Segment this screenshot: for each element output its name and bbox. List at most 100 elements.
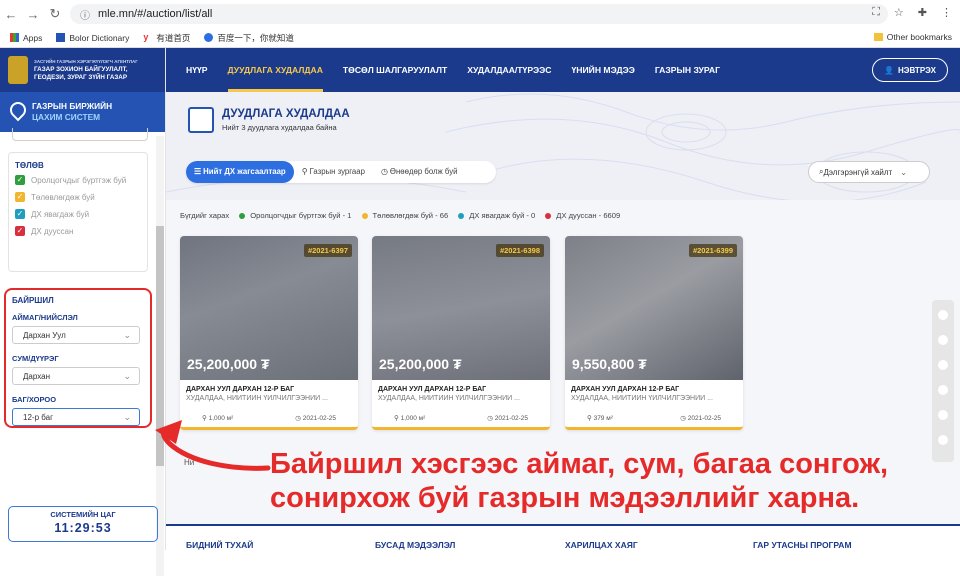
bookmarks-bar: Apps Bolor Dictionary y 有道首页 百度一下，你就知道 Ot… (0, 28, 960, 48)
star-icon[interactable]: ☆ (894, 6, 904, 19)
legend-item[interactable]: ДХ явагдаж буй - 0 (458, 211, 535, 220)
footer-about[interactable]: БИДНИЙ ТУХАЙ (186, 540, 253, 550)
nav-price-info[interactable]: ҮНИЙН МЭДЭЭ (572, 48, 635, 92)
auction-card[interactable]: #2021-6397 25,200,000 ₮ ДАРХАН УУЛ ДАРХА… (180, 236, 358, 430)
bag-select[interactable]: 12-р баг ⌄ (12, 408, 140, 426)
user-icon: 👤 (884, 65, 894, 75)
checkbox-checked-icon[interactable]: ✓ (15, 192, 25, 202)
aimag-label: АЙМАГ/НИЙСЛЭЛ (12, 313, 78, 322)
menu-icon[interactable]: ⋮ (941, 6, 952, 19)
auction-price: 25,200,000 ₮ (379, 356, 462, 372)
card-title: ДАРХАН УУЛ ДАРХАН 12-Р БАГ (186, 386, 295, 393)
card-date: ◷ 2021-02-25 (487, 415, 528, 422)
page-title: ДУУДЛАГА ХУДАЛДАА (222, 108, 350, 120)
bookmark-label: 百度一下，你就知道 (217, 32, 294, 43)
url-text: mle.mn/#/auction/list/all (98, 8, 213, 20)
status-option[interactable]: ✓ ДХ явагдаж буй (15, 209, 141, 220)
nav-auction[interactable]: ДУУДЛАГА ХУДАЛДАА (227, 48, 323, 92)
status-option[interactable]: ✓ Төлөвлөгдөж буй (15, 192, 141, 203)
sidebar: ЗАСГИЙН ГАЗРЫН ХЭРЭГЖҮҮЛЭГЧ АГЕНТЛАГ ГАЗ… (0, 48, 166, 576)
legend-item[interactable]: Оролцогчдыг бүртгэж буй - 1 (239, 211, 352, 220)
legend-item[interactable]: Төлөвлөгдөж буй - 66 (361, 211, 448, 220)
card-subtitle: ХУДАЛДАА, НИЙТИЙН ҮЙЛЧИЛГЭЭНИЙ ... (186, 395, 328, 402)
bookmark-baidu[interactable]: 百度一下，你就知道 (204, 32, 294, 44)
tab-map[interactable]: ⚲ Газрын зургаар (294, 161, 373, 183)
nav-home[interactable]: НҮҮР (186, 48, 208, 92)
bag-value: 12-р баг (23, 412, 53, 422)
info-icon[interactable] (938, 310, 948, 320)
person-icon[interactable] (938, 385, 948, 395)
back-icon[interactable]: ← (0, 7, 22, 22)
card-area: ⚲ 1,000 м² (394, 415, 426, 422)
card-subtitle: ХУДАЛДАА, НИЙТИЙН ҮЙЛЧИЛГЭЭНИЙ ... (571, 395, 713, 402)
bookmark-youdao[interactable]: y 有道首页 (143, 32, 190, 44)
location-filter: БАЙРШИЛ АЙМАГ/НИЙСЛЭЛ Дархан Уул ⌄ СУМ/ДҮ… (4, 288, 152, 428)
print-icon[interactable] (938, 410, 948, 420)
auction-id: #2021-6397 (303, 244, 352, 257)
legend-label: ДХ дууссан - 6609 (556, 211, 621, 220)
advanced-search-label: Дэлгэрэнгүй хайлт (823, 167, 893, 177)
footer-contact[interactable]: ХАРИЛЦАХ ХАЯГ (565, 540, 638, 550)
checkbox-checked-icon[interactable]: ✓ (15, 209, 25, 219)
nav-project-selection[interactable]: ТӨСӨЛ ШАЛГАРУУЛАЛТ (343, 48, 447, 92)
auction-card[interactable]: #2021-6399 9,550,800 ₮ ДАРХАН УУЛ ДАРХАН… (565, 236, 743, 430)
card-title: ДАРХАН УУЛ ДАРХАН 12-Р БАГ (378, 386, 487, 393)
sum-select[interactable]: Дархан ⌄ (12, 367, 140, 385)
reload-icon[interactable]: ↻ (44, 6, 66, 22)
auction-card[interactable]: #2021-6398 25,200,000 ₮ ДАРХАН УУЛ ДАРХА… (372, 236, 550, 430)
logo-line2: ГАЗАР ЗОХИОН БАЙГУУЛАЛТ, (34, 66, 128, 73)
bookmark-apps[interactable]: Apps (10, 33, 42, 43)
save-icon[interactable] (938, 435, 948, 445)
status-option[interactable]: ✓ ДХ дууссан (15, 226, 141, 237)
footer-other-info[interactable]: БУСАД МЭДЭЭЛЭЛ (375, 540, 455, 550)
main-nav: НҮҮР ДУУДЛАГА ХУДАЛДАА ТӨСӨЛ ШАЛГАРУУЛАЛ… (166, 48, 960, 92)
agency-logo[interactable]: ЗАСГИЙН ГАЗРЫН ХЭРЭГЖҮҮЛЭГЧ АГЕНТЛАГ ГАЗ… (0, 48, 165, 92)
extensions-icon[interactable]: ✚ (918, 6, 927, 19)
checkbox-checked-icon[interactable]: ✓ (15, 226, 25, 236)
nav-sale-rent[interactable]: ХУДАЛДАА/ТҮРЭЭС (467, 48, 551, 92)
tab-list[interactable]: ☰ Нийт ДХ жагсаалтаар (186, 161, 294, 183)
other-bookmarks[interactable]: Other bookmarks (873, 32, 952, 42)
date-value: 2021-02-25 (687, 415, 721, 422)
status-title: ТӨЛӨВ (15, 161, 44, 170)
bookmark-bolor[interactable]: Bolor Dictionary (56, 33, 129, 43)
system-clock: СИСТЕМИЙН ЦАГ 11:29:53 (8, 506, 158, 542)
nav-land-map[interactable]: ГАЗРЫН ЗУРАГ (655, 48, 720, 92)
login-button[interactable]: 👤 НЭВТРЭХ (872, 58, 948, 82)
forward-icon[interactable]: → (22, 7, 44, 22)
browser-toolbar: ← → ↻ ⓘ mle.mn/#/auction/list/all ⛶ ☆ ✚ … (0, 0, 960, 28)
auction-id: #2021-6398 (495, 244, 544, 257)
status-option[interactable]: ✓ Оролцогчдыг бүртгэж буй (15, 175, 141, 186)
pagination: Ни (184, 458, 195, 467)
legend-all[interactable]: Бүгдийг харах (180, 211, 229, 220)
bus-icon[interactable] (938, 360, 948, 370)
system-banner: ГАЗРЫН БИРЖИЙН ЦАХИМ СИСТЕМ (0, 92, 165, 132)
status-label: ДХ дууссан (31, 227, 74, 236)
footer-mobile-app[interactable]: ГАР УТАСНЫ ПРОГРАМ (753, 540, 852, 550)
dot-icon (361, 212, 368, 219)
status-label: ДХ явагдаж буй (31, 210, 90, 219)
card-date: ◷ 2021-02-25 (295, 415, 336, 422)
url-bar[interactable]: ⓘ mle.mn/#/auction/list/all (70, 4, 888, 24)
search-input[interactable] (12, 128, 148, 141)
legend-item[interactable]: ДХ дууссан - 6609 (545, 211, 620, 220)
tab-today[interactable]: ◷ Өнөөдөр болж буй (373, 161, 466, 183)
location-title: БАЙРШИЛ (12, 296, 54, 305)
checkbox-checked-icon[interactable]: ✓ (15, 175, 25, 185)
location-pin-icon (6, 98, 30, 122)
translate-icon[interactable]: ⛶ (872, 6, 880, 19)
info-icon[interactable]: ⓘ (80, 7, 92, 22)
advanced-search-button[interactable]: ⌕ Дэлгэрэнгүй хайлт ⌄ (808, 161, 930, 183)
view-tabs: ☰ Нийт ДХ жагсаалтаар ⚲ Газрын зургаар ◷… (186, 161, 496, 183)
clock-time: 11:29:53 (54, 521, 112, 535)
footer: БИДНИЙ ТУХАЙ БУСАД МЭДЭЭЛЭЛ ХАРИЛЦАХ ХАЯ… (166, 524, 960, 550)
date-value: 2021-02-25 (302, 415, 336, 422)
clock-icon: ◷ (380, 167, 390, 176)
right-toolbar (932, 300, 954, 462)
aimag-select[interactable]: Дархан Уул ⌄ (12, 326, 140, 344)
auction-price: 25,200,000 ₮ (187, 356, 270, 372)
parcel-image: #2021-6397 25,200,000 ₮ (180, 236, 358, 380)
car-icon[interactable] (938, 335, 948, 345)
tab-label: Газрын зургаар (309, 167, 365, 176)
scrollbar-thumb[interactable] (156, 226, 164, 466)
